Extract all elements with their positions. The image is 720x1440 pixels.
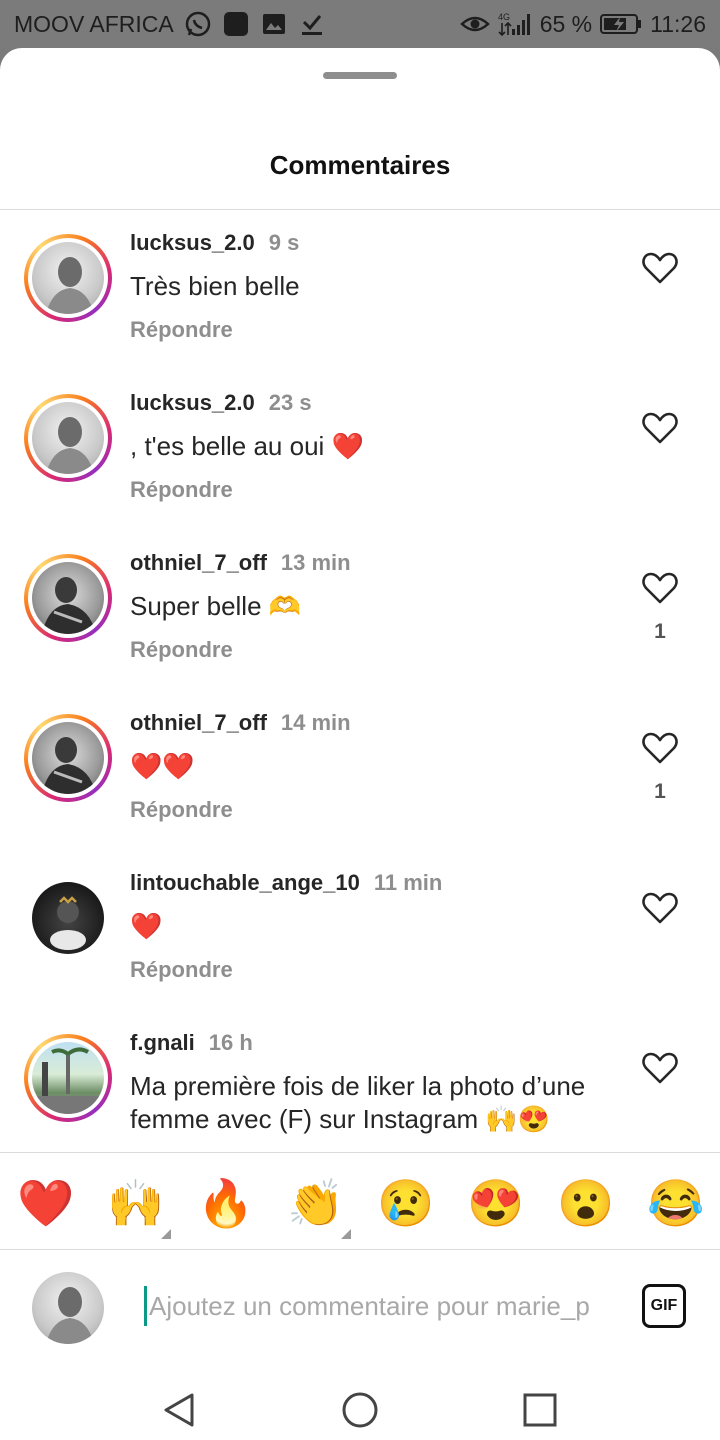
comment-text: Très bien belle bbox=[130, 271, 300, 301]
emoji-heart-button[interactable]: ❤️ bbox=[17, 1175, 74, 1231]
comment-username[interactable]: lucksus_2.0 bbox=[130, 230, 255, 256]
comment-time: 16 h bbox=[208, 1030, 253, 1055]
emoji-laughing-button[interactable]: 😂 bbox=[647, 1175, 704, 1231]
emoji-clap-button[interactable]: 👏 bbox=[287, 1175, 344, 1231]
comments-sheet: Commentaires lucksus_2.0 9 s Très bien b… bbox=[0, 48, 720, 1440]
comment-item: lucksus_2.0 23 s , t'es belle au oui ❤️ … bbox=[0, 370, 720, 530]
comment-time: 14 min bbox=[280, 710, 351, 735]
comment-item: othniel_7_off 13 min Super belle 🫶 Répon… bbox=[0, 530, 720, 690]
home-icon[interactable] bbox=[330, 1380, 390, 1440]
comment-item: f.gnali 16 h Ma première fois de liker l… bbox=[0, 1010, 720, 1152]
comment-username[interactable]: lucksus_2.0 bbox=[130, 390, 255, 416]
heart-icon[interactable] bbox=[640, 408, 680, 448]
like-count: 1 bbox=[654, 780, 666, 803]
emoji-heart-eyes-button[interactable]: 😍 bbox=[467, 1175, 524, 1231]
reply-button[interactable]: Répondre bbox=[130, 957, 233, 983]
avatar[interactable] bbox=[24, 234, 112, 322]
heart-icon[interactable] bbox=[640, 728, 680, 768]
heart-icon[interactable] bbox=[640, 248, 680, 288]
comment-item: lintouchable_ange_10 11 min ❤️ Répondre bbox=[0, 850, 720, 1010]
comment-username[interactable]: f.gnali bbox=[130, 1030, 195, 1056]
avatar[interactable] bbox=[24, 1034, 112, 1122]
system-nav-bar bbox=[0, 1358, 720, 1440]
reply-button[interactable]: Répondre bbox=[130, 317, 233, 343]
reply-button[interactable]: Répondre bbox=[130, 797, 233, 823]
comment-time: 9 s bbox=[268, 230, 300, 255]
comment-time: 23 s bbox=[268, 390, 312, 415]
avatar[interactable] bbox=[32, 882, 104, 954]
heart-icon[interactable] bbox=[640, 888, 680, 928]
avatar[interactable] bbox=[24, 554, 112, 642]
recents-icon[interactable] bbox=[510, 1380, 570, 1440]
eye-icon bbox=[459, 12, 490, 36]
emoji-fire-button[interactable]: 🔥 bbox=[197, 1175, 254, 1231]
comment-text: , t'es belle au oui ❤️ bbox=[130, 431, 364, 461]
comment-time: 13 min bbox=[280, 550, 351, 575]
emoji-raised-hands-button[interactable]: 🙌 bbox=[107, 1175, 164, 1231]
emoji-crying-button[interactable]: 😢 bbox=[377, 1175, 434, 1231]
current-user-avatar bbox=[32, 1272, 104, 1344]
reply-button[interactable]: Répondre bbox=[130, 637, 233, 663]
skin-tone-indicator bbox=[161, 1229, 171, 1239]
heart-icon[interactable] bbox=[640, 1048, 680, 1088]
comment-text: Ma première fois de liker la photo d’une… bbox=[130, 1071, 586, 1134]
comment-input[interactable] bbox=[144, 1286, 610, 1326]
skin-tone-indicator bbox=[341, 1229, 351, 1239]
comment-composer: GIF bbox=[0, 1250, 720, 1358]
heart-icon[interactable] bbox=[640, 568, 680, 608]
battery-percent: 65 % bbox=[539, 10, 593, 37]
comment-item: othniel_7_off 14 min ❤️❤️ Répondre 1 bbox=[0, 690, 720, 850]
comments-list[interactable]: lucksus_2.0 9 s Très bien belle Répondre… bbox=[0, 210, 720, 1152]
svg-text:4G: 4G bbox=[498, 12, 510, 22]
drag-handle[interactable] bbox=[323, 72, 397, 79]
comment-username[interactable]: othniel_7_off bbox=[130, 710, 267, 736]
comment-text: ❤️❤️ bbox=[130, 751, 195, 781]
back-icon[interactable] bbox=[150, 1380, 210, 1440]
app-square-icon bbox=[222, 10, 250, 38]
download-done-icon bbox=[298, 10, 326, 38]
battery-icon bbox=[600, 13, 642, 35]
sheet-title: Commentaires bbox=[269, 150, 451, 180]
comment-username[interactable]: othniel_7_off bbox=[130, 550, 267, 576]
comment-item: lucksus_2.0 9 s Très bien belle Répondre bbox=[0, 210, 720, 370]
emoji-surprised-button[interactable]: 😮 bbox=[557, 1175, 614, 1231]
whatsapp-icon bbox=[184, 10, 212, 38]
carrier-name: MOOV AFRICA bbox=[14, 10, 174, 37]
quick-emoji-bar: ❤️ 🙌 🔥 👏 😢 😍 😮 😂 bbox=[0, 1152, 720, 1250]
reply-button[interactable]: Répondre bbox=[130, 477, 233, 503]
avatar[interactable] bbox=[24, 394, 112, 482]
comment-username[interactable]: lintouchable_ange_10 bbox=[130, 870, 360, 896]
clock: 11:26 bbox=[650, 10, 706, 37]
gif-button[interactable]: GIF bbox=[642, 1284, 686, 1328]
status-bar: MOOV AFRICA 4G 65 % 11:26 bbox=[0, 0, 720, 48]
comment-time: 11 min bbox=[373, 870, 443, 895]
gallery-icon bbox=[260, 10, 288, 38]
comment-text: Super belle 🫶 bbox=[130, 591, 302, 621]
avatar[interactable] bbox=[24, 714, 112, 802]
like-count: 1 bbox=[654, 620, 666, 643]
comment-text: ❤️ bbox=[130, 911, 163, 941]
signal-icon: 4G bbox=[498, 11, 532, 37]
